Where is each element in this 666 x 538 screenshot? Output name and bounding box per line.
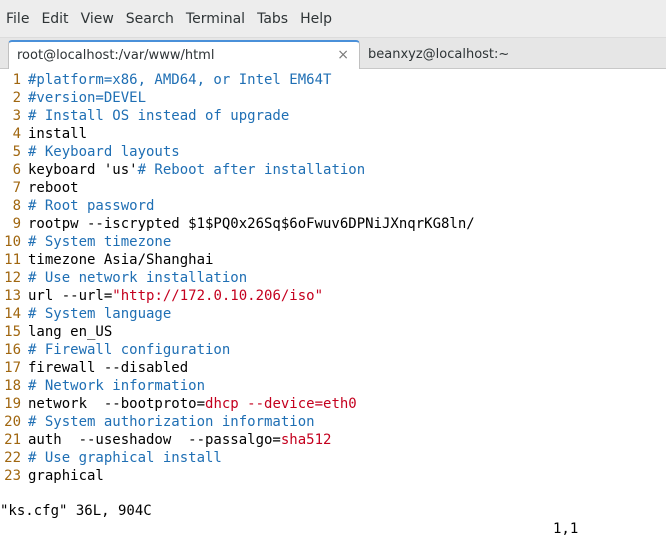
vim-status-line: "ks.cfg" 36L, 904C 1,1 xyxy=(0,484,666,537)
code-text: keyboard 'us' xyxy=(28,162,138,178)
menu-view[interactable]: View xyxy=(75,0,120,38)
line-number: 6 xyxy=(12,162,21,178)
code-line: 1 #platform=x86, AMD64, or Intel EM64T xyxy=(0,71,666,89)
code-text: lang en_US xyxy=(28,324,113,340)
code-comment: # Use graphical install xyxy=(28,450,222,466)
code-comment: #version=DEVEL xyxy=(28,90,147,106)
code-line: 8 # Root password xyxy=(0,197,666,215)
code-line: 6 keyboard 'us'# Reboot after installatio… xyxy=(0,161,666,179)
code-text: auth --useshadow --passalgo= xyxy=(28,432,281,448)
cursor-position: 1,1 xyxy=(553,521,579,537)
tab-label: beanxyz@localhost:~ xyxy=(368,47,510,62)
line-number: 10 xyxy=(4,234,21,250)
menu-file[interactable]: File xyxy=(0,0,35,38)
code-line: 16 # Firewall configuration xyxy=(0,341,666,359)
code-line: 11 timezone Asia/Shanghai xyxy=(0,251,666,269)
line-number: 4 xyxy=(12,126,21,142)
line-number: 23 xyxy=(4,468,21,484)
line-number: 16 xyxy=(4,342,21,358)
code-line: 10 # System timezone xyxy=(0,233,666,251)
line-number: 19 xyxy=(4,396,21,412)
code-comment: # Firewall configuration xyxy=(28,342,231,358)
line-number: 7 xyxy=(12,180,21,196)
code-comment: # Install OS instead of upgrade xyxy=(28,108,290,124)
code-text: url --url= xyxy=(28,288,113,304)
code-line: 21 auth --useshadow --passalgo=sha512 xyxy=(0,431,666,449)
line-number: 17 xyxy=(4,360,21,376)
code-comment: # Use network installation xyxy=(28,270,248,286)
code-line: 23 graphical xyxy=(0,467,666,485)
line-number: 2 xyxy=(12,90,21,106)
menu-help[interactable]: Help xyxy=(294,0,338,38)
line-number: 12 xyxy=(4,270,21,286)
code-text: sha512 xyxy=(280,432,332,448)
line-number: 5 xyxy=(12,144,21,160)
code-line: 7 reboot xyxy=(0,179,666,197)
code-comment: #platform=x86, AMD64, or Intel EM64T xyxy=(28,72,332,88)
code-comment: # Reboot after installation xyxy=(137,162,366,178)
code-text: install xyxy=(28,126,88,142)
code-text: --device=eth0 xyxy=(238,396,357,412)
code-line: 12 # Use network installation xyxy=(0,269,666,287)
code-text: dhcp xyxy=(205,396,239,412)
code-text: rootpw --iscrypted $1$PQ0x26Sq$6oFwuv6DP… xyxy=(28,216,475,232)
code-comment: # System timezone xyxy=(28,234,172,250)
code-line: 2 #version=DEVEL xyxy=(0,89,666,107)
code-text: "http://172.0.10.206/iso" xyxy=(112,288,324,304)
line-number: 9 xyxy=(12,216,21,232)
line-number: 15 xyxy=(4,324,21,340)
code-line: 14 # System language xyxy=(0,305,666,323)
tab-bar: root@localhost:/var/www/html × beanxyz@l… xyxy=(0,38,666,69)
code-line: 15 lang en_US xyxy=(0,323,666,341)
code-text: network --bootproto= xyxy=(28,396,206,412)
code-line: 22 # Use graphical install xyxy=(0,449,666,467)
code-line: 19 network --bootproto=dhcp --device=eth0 xyxy=(0,395,666,413)
code-line: 4 install xyxy=(0,125,666,143)
code-line: 20 # System authorization information xyxy=(0,413,666,431)
code-line: 3 # Install OS instead of upgrade xyxy=(0,107,666,125)
code-comment: # System authorization information xyxy=(28,414,315,430)
file-info: "ks.cfg" 36L, 904C xyxy=(0,503,152,519)
close-icon[interactable]: × xyxy=(337,47,349,63)
line-number: 18 xyxy=(4,378,21,394)
tab-root-html[interactable]: root@localhost:/var/www/html × xyxy=(8,40,360,69)
menu-terminal[interactable]: Terminal xyxy=(180,0,251,38)
menu-bar: File Edit View Search Terminal Tabs Help xyxy=(0,0,666,38)
code-text: firewall --disabled xyxy=(28,360,189,376)
tab-beanxyz-home[interactable]: beanxyz@localhost:~ xyxy=(368,40,658,69)
code-line: 9 rootpw --iscrypted $1$PQ0x26Sq$6oFwuv6D… xyxy=(0,215,666,233)
code-text: reboot xyxy=(28,180,79,196)
line-number: 3 xyxy=(12,108,21,124)
line-number: 14 xyxy=(4,306,21,322)
line-number: 22 xyxy=(4,450,21,466)
code-text: graphical xyxy=(28,468,104,484)
line-number: 11 xyxy=(4,252,21,268)
line-number: 20 xyxy=(4,414,21,430)
menu-tabs[interactable]: Tabs xyxy=(251,0,294,38)
line-number: 1 xyxy=(12,72,21,88)
menu-edit[interactable]: Edit xyxy=(35,0,74,38)
code-comment: # Network information xyxy=(28,378,206,394)
menu-search[interactable]: Search xyxy=(120,0,180,38)
code-text: timezone Asia/Shanghai xyxy=(28,252,214,268)
code-comment: # Root password xyxy=(28,198,155,214)
line-number: 13 xyxy=(4,288,21,304)
code-line: 13 url --url="http://172.0.10.206/iso" xyxy=(0,287,666,305)
line-number: 21 xyxy=(4,432,21,448)
code-line: 5 # Keyboard layouts xyxy=(0,143,666,161)
vim-editor[interactable]: 1 #platform=x86, AMD64, or Intel EM64T 2 #v… xyxy=(0,70,666,492)
code-line: 17 firewall --disabled xyxy=(0,359,666,377)
tab-label: root@localhost:/var/www/html xyxy=(17,48,215,63)
code-comment: # System language xyxy=(28,306,172,322)
code-line: 18 # Network information xyxy=(0,377,666,395)
line-number: 8 xyxy=(12,198,21,214)
code-comment: # Keyboard layouts xyxy=(28,144,180,160)
